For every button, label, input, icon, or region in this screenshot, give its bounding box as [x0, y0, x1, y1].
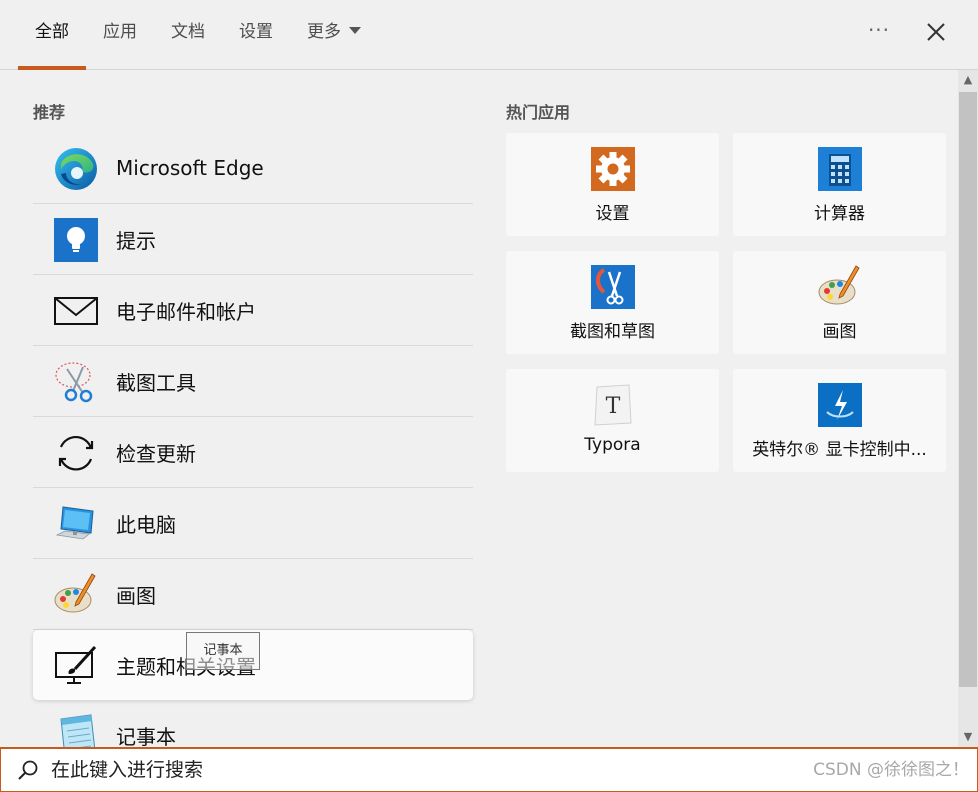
edge-icon — [55, 148, 97, 190]
app-tile-settings[interactable]: 设置 — [506, 133, 719, 236]
tips-icon — [54, 218, 98, 262]
app-tile-label: 计算器 — [814, 204, 865, 224]
recommended-heading: 推荐 — [33, 103, 66, 122]
calculator-icon — [818, 147, 862, 191]
app-tile-label: 设置 — [595, 204, 630, 224]
search-scope-tabs: 全部 应用 文档 设置 更多 — [18, 0, 378, 70]
app-tile-calculator[interactable]: 计算器 — [733, 133, 946, 236]
tab-more[interactable]: 更多 — [290, 0, 378, 69]
list-item-tips[interactable]: 提示 — [33, 204, 473, 275]
theme-icon — [55, 645, 97, 684]
app-tile-label: 画图 — [822, 322, 857, 342]
intel-graphics-icon — [818, 383, 862, 427]
chevron-down-icon — [349, 26, 361, 34]
list-item-label: 电子邮件和帐户 — [116, 299, 256, 324]
tab-all[interactable]: 全部 — [18, 0, 86, 70]
list-item-label: 画图 — [116, 583, 156, 608]
refresh-icon — [58, 435, 94, 471]
vertical-scrollbar[interactable]: ▲ ▼ — [958, 70, 978, 747]
drag-tooltip: 记事本 — [186, 632, 260, 670]
tab-more-label: 更多 — [307, 22, 341, 42]
app-tile-label: 英特尔® 显卡控制中... — [752, 440, 927, 460]
tab-documents[interactable]: 文档 — [154, 0, 222, 69]
list-item-label: 提示 — [116, 228, 156, 253]
scroll-down-icon[interactable]: ▼ — [958, 727, 978, 747]
tab-all-label: 全部 — [35, 22, 69, 42]
computer-icon — [55, 506, 94, 540]
search-input[interactable] — [51, 749, 651, 791]
snip-sketch-icon — [591, 265, 635, 309]
list-item-label: 检查更新 — [116, 441, 196, 466]
watermark-text: CSDN @徐徐图之！ — [813, 760, 969, 780]
typora-icon: T — [594, 384, 632, 426]
top-tab-bar: 全部 应用 文档 设置 更多 ··· — [0, 0, 978, 70]
tab-apps-label: 应用 — [103, 22, 137, 42]
tab-settings-label: 设置 — [239, 22, 273, 42]
app-tile-snip-sketch[interactable]: 截图和草图 — [506, 251, 719, 354]
app-tile-label: 截图和草图 — [570, 322, 655, 342]
list-item-this-pc[interactable]: 此电脑 — [33, 488, 473, 559]
recommended-list: Microsoft Edge 提示 电子邮件和帐户 截图工具 检查更新 此电脑 … — [33, 133, 473, 770]
tab-documents-label: 文档 — [171, 22, 205, 42]
more-options-icon[interactable]: ··· — [866, 18, 892, 46]
paint-icon — [54, 573, 96, 613]
list-item-label: 截图工具 — [116, 370, 196, 395]
list-item-check-updates[interactable]: 检查更新 — [33, 417, 473, 488]
app-tile-intel-graphics[interactable]: 英特尔® 显卡控制中... — [733, 369, 946, 472]
snipping-tool-icon — [55, 362, 93, 403]
svg-text:T: T — [606, 394, 621, 419]
list-item-label: Microsoft Edge — [116, 156, 264, 180]
list-item-snipping-tool[interactable]: 截图工具 — [33, 346, 473, 417]
list-item-mail[interactable]: 电子邮件和帐户 — [33, 275, 473, 346]
tab-settings[interactable]: 设置 — [222, 0, 290, 69]
settings-gear-icon — [591, 147, 635, 191]
search-bar: CSDN @徐徐图之！ — [0, 747, 978, 792]
close-icon[interactable] — [922, 18, 950, 46]
hot-apps-heading: 热门应用 — [506, 103, 571, 122]
scrollbar-thumb[interactable] — [959, 92, 977, 687]
app-tile-typora[interactable]: T Typora — [506, 369, 719, 472]
app-tile-paint[interactable]: 画图 — [733, 251, 946, 354]
mail-icon — [54, 297, 98, 325]
app-tile-label: Typora — [584, 435, 641, 455]
scroll-up-icon[interactable]: ▲ — [958, 70, 978, 90]
paint-icon — [818, 265, 860, 305]
tab-apps[interactable]: 应用 — [86, 0, 154, 69]
list-item-label: 记事本 — [116, 724, 176, 749]
list-item-paint[interactable]: 画图 — [33, 559, 473, 630]
list-item-label: 此电脑 — [116, 512, 176, 537]
list-item-edge[interactable]: Microsoft Edge — [33, 133, 473, 204]
search-icon — [18, 760, 38, 780]
